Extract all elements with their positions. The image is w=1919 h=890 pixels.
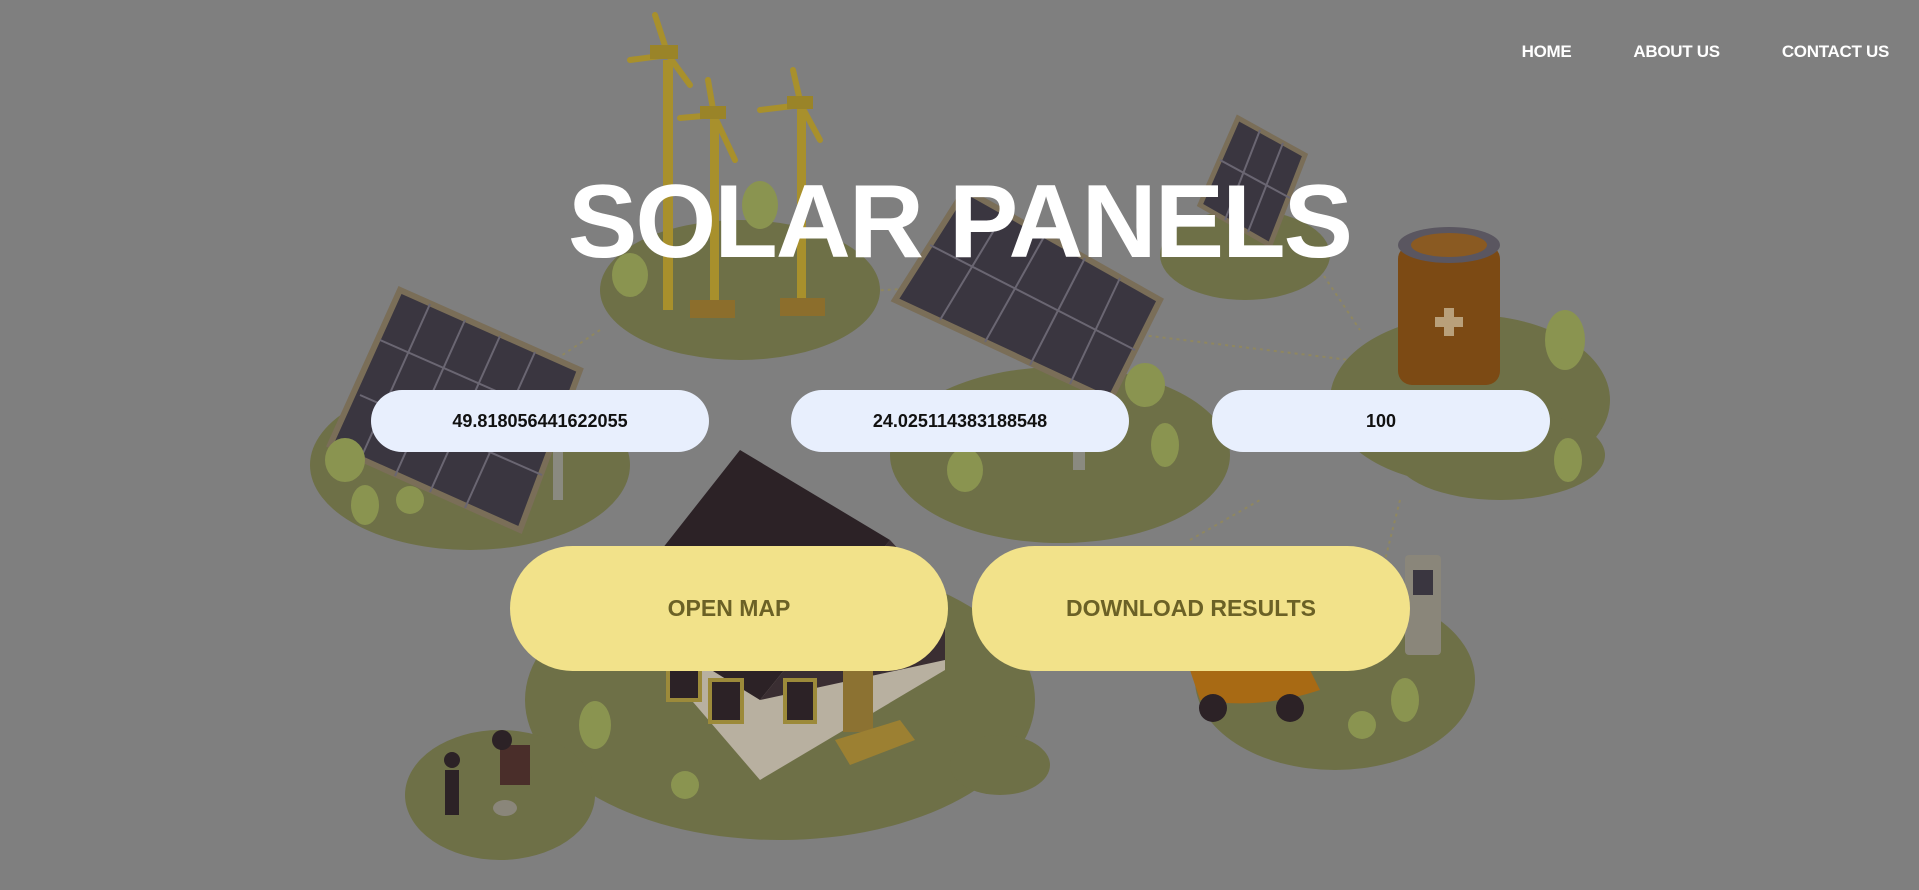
latitude-input[interactable] — [371, 390, 709, 452]
nav-contact-us-link[interactable]: CONTACT US — [1782, 42, 1889, 62]
page-title: SOLAR PANELS — [567, 164, 1353, 280]
nav-home-link[interactable]: HOME — [1522, 42, 1572, 62]
nav-about-us-link[interactable]: ABOUT US — [1633, 42, 1720, 62]
page: HOME ABOUT US CONTACT US SOLAR PANELS OP… — [0, 0, 1919, 890]
open-map-button[interactable]: OPEN MAP — [510, 546, 948, 671]
value-input[interactable] — [1212, 390, 1550, 452]
top-navigation: HOME ABOUT US CONTACT US — [1522, 42, 1890, 62]
download-results-button[interactable]: DOWNLOAD RESULTS — [972, 546, 1410, 671]
longitude-input[interactable] — [791, 390, 1129, 452]
